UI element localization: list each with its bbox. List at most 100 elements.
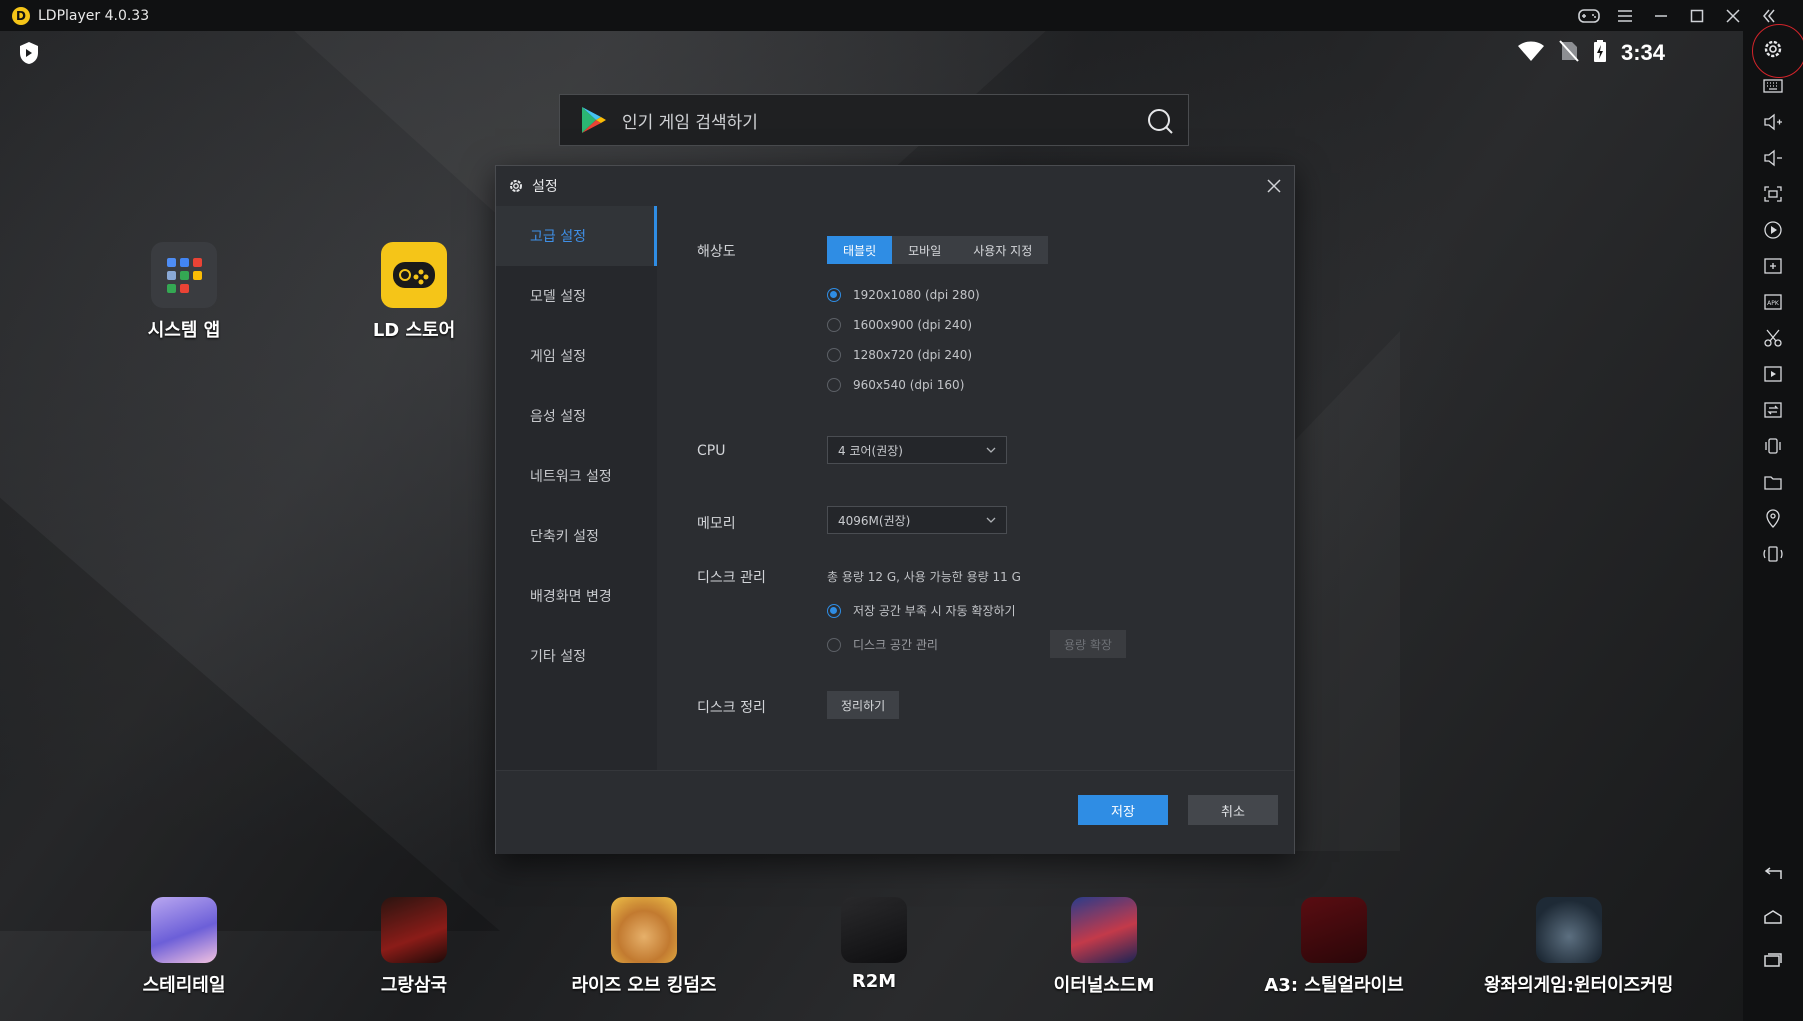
volume-up-icon[interactable] bbox=[1761, 110, 1785, 134]
close-window-icon[interactable] bbox=[1717, 0, 1749, 31]
save-button[interactable]: 저장 bbox=[1078, 795, 1168, 825]
app-grand-samguk[interactable]: 그랑삼국 bbox=[334, 897, 494, 997]
app-eternal-sword-m[interactable]: 이터널소드M bbox=[1024, 897, 1184, 997]
status-clock: 3:34 bbox=[1620, 40, 1665, 65]
search-placeholder: 인기 게임 검색하기 bbox=[622, 112, 758, 133]
rotate-icon[interactable] bbox=[1761, 542, 1785, 566]
a3-still-alive-icon bbox=[1301, 897, 1367, 963]
cpu-select[interactable]: 4 코어(권장) bbox=[827, 436, 1007, 464]
disk-auto-expand-option[interactable]: 저장 공간 부족 시 자동 확장하기 bbox=[827, 602, 1016, 619]
cpu-label: CPU bbox=[697, 443, 726, 459]
app-ld-store[interactable]: LD 스토어 bbox=[334, 242, 494, 342]
expand-capacity-button[interactable]: 용량 확장 bbox=[1050, 630, 1126, 658]
search-icon[interactable] bbox=[1146, 107, 1174, 135]
dialog-header: 설정 bbox=[496, 166, 1294, 206]
fullscreen-icon[interactable] bbox=[1761, 182, 1785, 206]
volume-down-icon[interactable] bbox=[1761, 146, 1785, 170]
gamepad-icon[interactable] bbox=[1573, 0, 1605, 31]
dialog-title: 설정 bbox=[532, 179, 558, 195]
app-rise-of-kingdoms[interactable]: 라이즈 오브 킹덤즈 bbox=[564, 897, 724, 997]
cleanup-button[interactable]: 정리하기 bbox=[827, 691, 900, 719]
apk-install-icon[interactable]: APK bbox=[1761, 290, 1785, 314]
maximize-icon[interactable] bbox=[1681, 0, 1713, 31]
app-label: A3: 스틸얼라이브 bbox=[1264, 975, 1404, 996]
nav-model-settings[interactable]: 모델 설정 bbox=[496, 266, 657, 326]
resolution-option-1600[interactable]: 1600x900 (dpi 240) bbox=[827, 318, 972, 332]
add-window-icon[interactable] bbox=[1761, 254, 1785, 278]
home-icon[interactable] bbox=[1761, 905, 1785, 929]
nav-wallpaper-change[interactable]: 배경화면 변경 bbox=[496, 566, 657, 626]
svg-text:APK: APK bbox=[1767, 300, 1780, 307]
nav-other-settings[interactable]: 기타 설정 bbox=[496, 626, 657, 686]
radio[interactable] bbox=[827, 378, 841, 392]
app-label: LD 스토어 bbox=[372, 320, 456, 341]
right-toolbar: APK bbox=[1743, 31, 1803, 1021]
recent-apps-icon[interactable] bbox=[1761, 948, 1785, 972]
radio[interactable] bbox=[827, 318, 841, 332]
settings-dialog: 설정 고급 설정 모델 설정 게임 설정 음성 설정 네트워크 설정 단축키 설… bbox=[495, 165, 1295, 854]
resolution-option-960[interactable]: 960x540 (dpi 160) bbox=[827, 378, 964, 392]
back-icon[interactable] bbox=[1761, 862, 1785, 886]
radio[interactable] bbox=[827, 637, 841, 652]
nav-audio-settings[interactable]: 음성 설정 bbox=[496, 386, 657, 446]
app-label: 이터널소드M bbox=[1053, 975, 1155, 996]
app-label: 시스템 앱 bbox=[147, 320, 221, 341]
system-apps-icon bbox=[151, 242, 217, 308]
app-label: 스테리테일 bbox=[142, 975, 226, 996]
game-of-thrones-icon bbox=[1536, 897, 1602, 963]
app-game-of-thrones-winter-is-coming[interactable]: 왕좌의게임:윈터이즈커밍 bbox=[1484, 897, 1673, 997]
nav-game-settings[interactable]: 게임 설정 bbox=[496, 326, 657, 386]
option-label: 1600x900 (dpi 240) bbox=[853, 318, 973, 332]
option-label: 1280x720 (dpi 240) bbox=[853, 348, 973, 362]
app-system-apps[interactable]: 시스템 앱 bbox=[104, 242, 264, 342]
radio[interactable] bbox=[827, 348, 841, 362]
folder-icon[interactable] bbox=[1761, 470, 1785, 494]
cpu-value: 4 코어(권장) bbox=[838, 443, 903, 458]
nav-network-settings[interactable]: 네트워크 설정 bbox=[496, 446, 657, 506]
nav-shortcut-settings[interactable]: 단축키 설정 bbox=[496, 506, 657, 566]
window-title: LDPlayer 4.0.33 bbox=[38, 7, 150, 24]
disk-capacity-info: 총 용량 12 G, 사용 가능한 용량 11 G bbox=[827, 570, 1021, 584]
nav-advanced-settings[interactable]: 고급 설정 bbox=[496, 206, 657, 266]
tab-mobile[interactable]: 모바일 bbox=[892, 236, 958, 264]
gear-icon bbox=[510, 180, 522, 192]
rise-of-kingdoms-icon bbox=[611, 897, 677, 963]
memory-label: 메모리 bbox=[697, 516, 736, 532]
google-play-icon bbox=[582, 107, 606, 133]
resolution-option-1280[interactable]: 1280x720 (dpi 240) bbox=[827, 348, 972, 362]
chevron-down-icon bbox=[986, 447, 996, 453]
cancel-button[interactable]: 취소 bbox=[1188, 795, 1278, 825]
memory-select[interactable]: 4096M(권장) bbox=[827, 506, 1007, 534]
macro-record-icon[interactable] bbox=[1761, 218, 1785, 242]
tab-tablet[interactable]: 태블릿 bbox=[827, 236, 893, 264]
scissors-icon[interactable] bbox=[1761, 326, 1785, 350]
shake-icon[interactable] bbox=[1761, 434, 1785, 458]
play-store-search-bar[interactable]: 인기 게임 검색하기 bbox=[559, 94, 1189, 146]
window-controls bbox=[1573, 0, 1785, 31]
close-dialog-button[interactable] bbox=[1262, 174, 1286, 198]
status-bar: 3:34 bbox=[1517, 39, 1713, 67]
highlight-ring bbox=[1752, 24, 1803, 78]
option-label: 디스크 공간 관리 bbox=[853, 638, 938, 652]
resolution-option-1920[interactable]: 1920x1080 (dpi 280) bbox=[827, 288, 980, 302]
app-a3-still-alive[interactable]: A3: 스틸얼라이브 bbox=[1254, 897, 1414, 997]
location-icon[interactable] bbox=[1761, 506, 1785, 530]
sterytale-icon bbox=[151, 897, 217, 963]
disk-manual-option[interactable]: 디스크 공간 관리 bbox=[827, 636, 938, 653]
radio-selected[interactable] bbox=[827, 603, 841, 618]
ldplayer-logo-icon: D bbox=[12, 6, 30, 25]
settings-nav: 고급 설정 모델 설정 게임 설정 음성 설정 네트워크 설정 단축키 설정 배… bbox=[496, 206, 657, 770]
option-label: 1920x1080 (dpi 280) bbox=[853, 288, 980, 302]
minimize-icon[interactable] bbox=[1645, 0, 1677, 31]
tab-custom[interactable]: 사용자 지정 bbox=[957, 236, 1049, 264]
menu-icon[interactable] bbox=[1609, 0, 1641, 31]
radio-selected[interactable] bbox=[827, 288, 841, 302]
app-r2m[interactable]: R2M bbox=[794, 897, 954, 992]
option-label: 960x540 (dpi 160) bbox=[853, 378, 965, 392]
chevron-down-icon bbox=[986, 517, 996, 523]
resolution-tabs: 태블릿 모바일 사용자 지정 bbox=[827, 236, 1049, 264]
sync-icon[interactable] bbox=[1761, 398, 1785, 422]
app-label: 그랑삼국 bbox=[380, 975, 448, 996]
app-sterytale[interactable]: 스테리테일 bbox=[104, 897, 264, 997]
video-record-icon[interactable] bbox=[1761, 362, 1785, 386]
